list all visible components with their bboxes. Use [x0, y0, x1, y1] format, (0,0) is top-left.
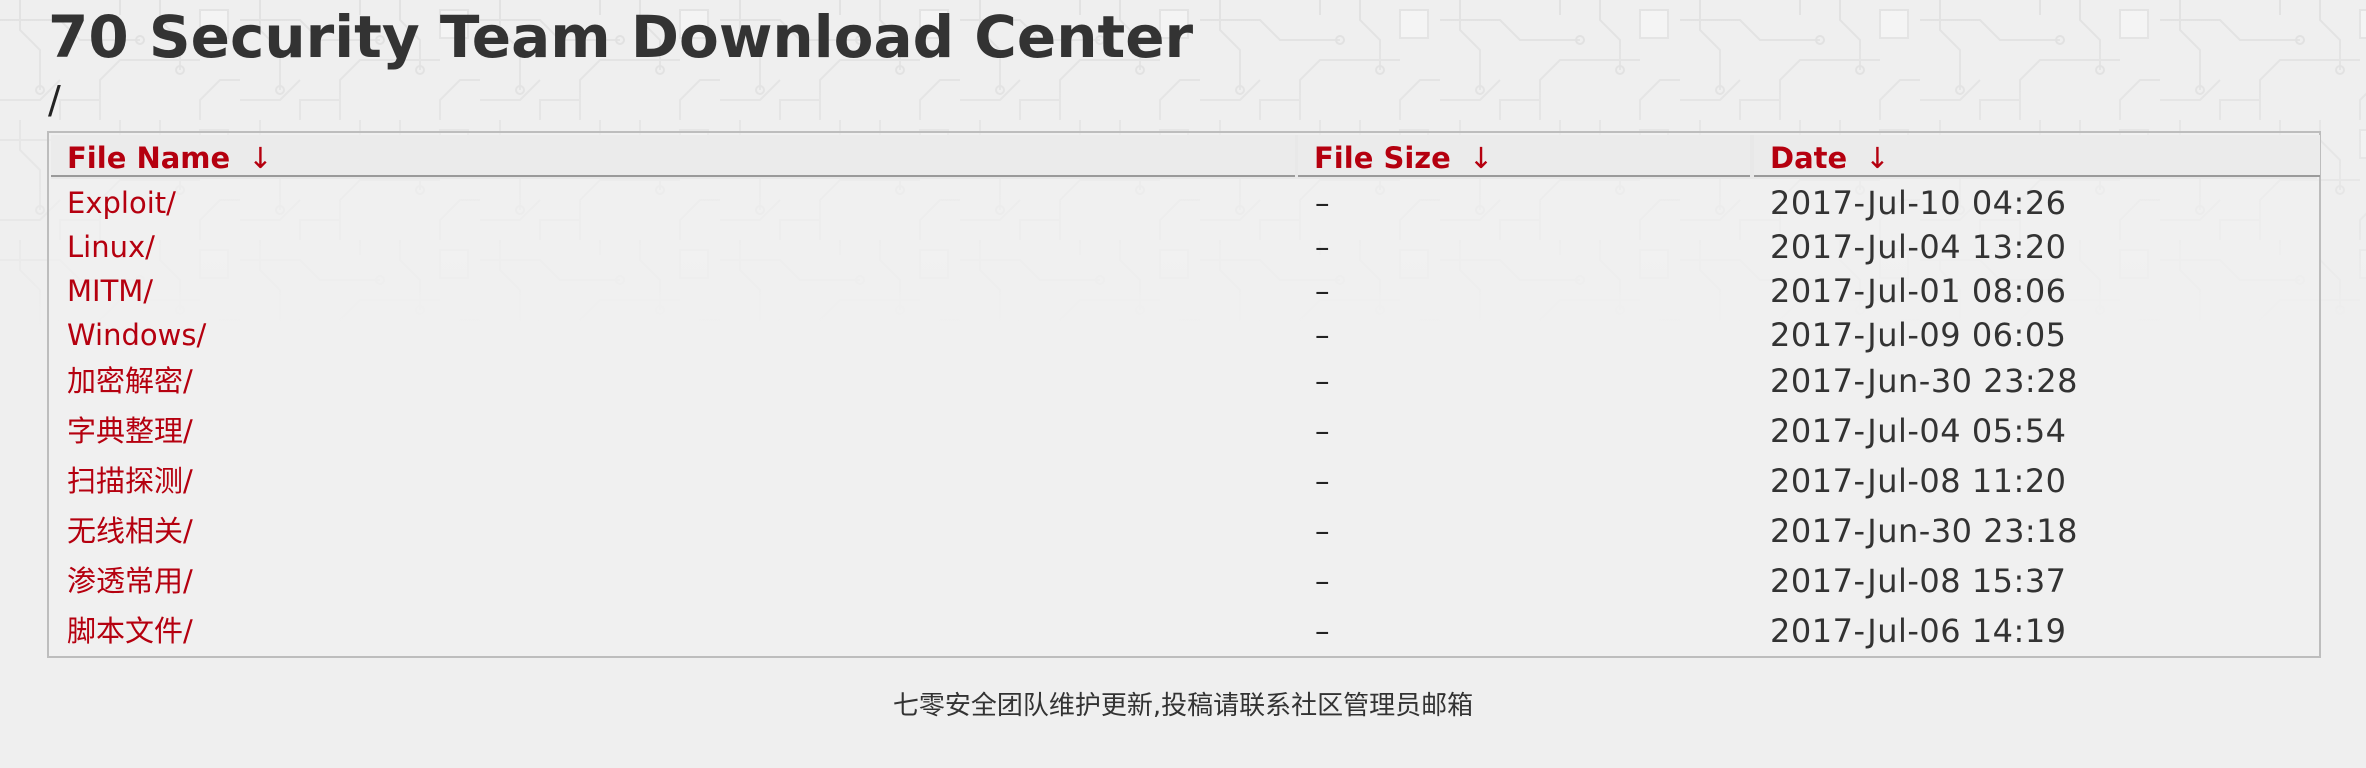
date-header-label: Date	[1770, 141, 1848, 175]
folder-link[interactable]: MITM/	[67, 269, 153, 313]
arrow-down-icon: ↓	[1865, 141, 1890, 175]
table-row: 加密解密/ – 2017-Jun-30 23:28	[49, 359, 2319, 403]
column-header-file-name: File Name ↓	[51, 135, 1295, 177]
file-size-value: –	[1315, 464, 1330, 498]
folder-link[interactable]: 脚本文件/	[67, 609, 193, 653]
file-size-value: –	[1315, 318, 1330, 352]
footer-note: 七零安全团队维护更新,投稿请联系社区管理员邮箱	[892, 691, 1474, 721]
arrow-down-icon: ↓	[248, 141, 273, 175]
file-date-value: 2017-Jul-08 11:20	[1770, 462, 2067, 500]
table-row: 字典整理/ – 2017-Jul-04 05:54	[49, 409, 2319, 453]
folder-link[interactable]: Windows/	[67, 313, 206, 357]
table-row: 无线相关/ – 2017-Jun-30 23:18	[49, 509, 2319, 553]
file-date-value: 2017-Jul-01 08:06	[1770, 272, 2067, 310]
column-header-file-size: File Size ↓	[1298, 135, 1750, 177]
folder-link[interactable]: Exploit/	[67, 181, 176, 225]
table-row: Exploit/ – 2017-Jul-10 04:26	[49, 181, 2319, 225]
table-row: Linux/ – 2017-Jul-04 13:20	[49, 225, 2319, 269]
table-header-row: File Name ↓ File Size ↓ Date ↓	[51, 135, 2320, 179]
file-date-value: 2017-Jul-09 06:05	[1770, 316, 2067, 354]
file-date-value: 2017-Jun-30 23:28	[1770, 362, 2078, 400]
table-row: MITM/ – 2017-Jul-01 08:06	[49, 269, 2319, 313]
file-name-header-label: File Name	[67, 141, 231, 175]
table-row: 渗透常用/ – 2017-Jul-08 15:37	[49, 559, 2319, 603]
sort-by-file-name-link[interactable]: File Name ↓	[67, 141, 273, 175]
file-date-value: 2017-Jun-30 23:18	[1770, 512, 2078, 550]
file-size-value: –	[1315, 514, 1330, 548]
file-size-value: –	[1315, 414, 1330, 448]
file-date-value: 2017-Jul-08 15:37	[1770, 562, 2067, 600]
folder-link[interactable]: Linux/	[67, 225, 155, 269]
sort-by-file-size-link[interactable]: File Size ↓	[1314, 141, 1493, 175]
table-row: Windows/ – 2017-Jul-09 06:05	[49, 313, 2319, 357]
folder-link[interactable]: 字典整理/	[67, 409, 193, 453]
file-date-value: 2017-Jul-06 14:19	[1770, 612, 2067, 650]
file-size-value: –	[1315, 364, 1330, 398]
file-date-value: 2017-Jul-04 05:54	[1770, 412, 2067, 450]
column-header-date: Date ↓	[1754, 135, 2320, 177]
folder-link[interactable]: 渗透常用/	[67, 559, 193, 603]
file-size-header-label: File Size	[1314, 141, 1451, 175]
sort-by-date-link[interactable]: Date ↓	[1770, 141, 1890, 175]
folder-link[interactable]: 无线相关/	[67, 509, 193, 553]
folder-link[interactable]: 扫描探测/	[67, 459, 193, 503]
file-size-value: –	[1315, 274, 1330, 308]
breadcrumb-path: /	[48, 78, 61, 122]
file-size-value: –	[1315, 564, 1330, 598]
table-row: 脚本文件/ – 2017-Jul-06 14:19	[49, 609, 2319, 653]
page-title: 70 Security Team Download Center	[48, 3, 1194, 71]
file-size-value: –	[1315, 614, 1330, 648]
folder-link[interactable]: 加密解密/	[67, 359, 193, 403]
file-listing-table: File Name ↓ File Size ↓ Date ↓ Exploit/ – 2…	[47, 131, 2321, 658]
arrow-down-icon: ↓	[1468, 141, 1494, 175]
file-date-value: 2017-Jul-10 04:26	[1770, 184, 2067, 222]
file-size-value: –	[1315, 186, 1330, 220]
file-size-value: –	[1315, 230, 1330, 264]
file-date-value: 2017-Jul-04 13:20	[1770, 228, 2067, 266]
table-row: 扫描探测/ – 2017-Jul-08 11:20	[49, 459, 2319, 503]
